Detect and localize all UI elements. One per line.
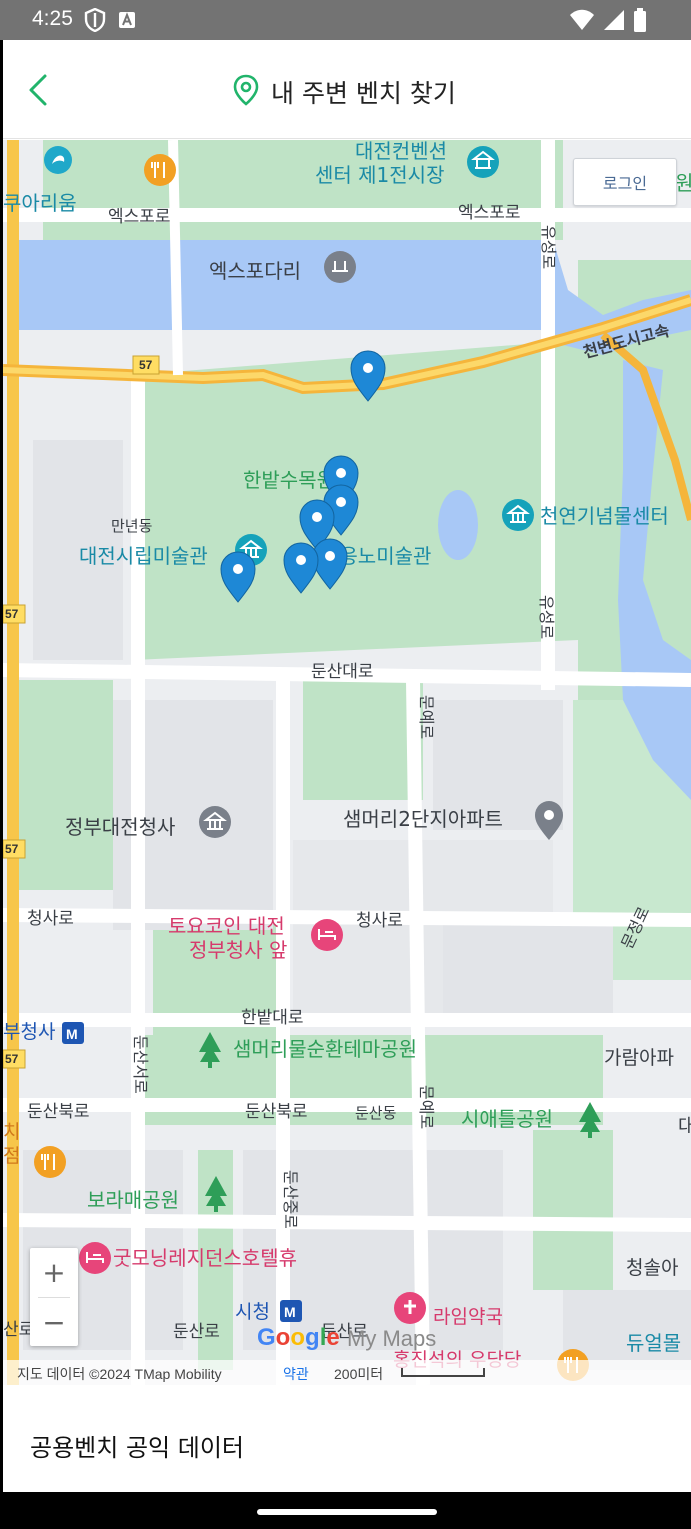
map-label-convention-2: 센터 제1전시장 bbox=[315, 163, 444, 187]
status-bar: 4:25 bbox=[0, 0, 691, 40]
map-label-hanbat-daero: 한밭대로 bbox=[241, 1008, 304, 1028]
subway-poi-icon: M bbox=[280, 1300, 302, 1322]
map-attribution: 지도 데이터 ©2024 TMap Mobility 약관 200미터 bbox=[3, 1360, 691, 1385]
map-label-cheongsol: 청솔아 bbox=[626, 1257, 678, 1279]
login-button[interactable]: 로그인 bbox=[573, 158, 677, 206]
system-nav-bar bbox=[0, 1492, 691, 1529]
museum-poi-icon bbox=[502, 499, 534, 531]
map-label-yuseong-ro: 유성로 bbox=[539, 225, 558, 269]
route-57-shield: 57 bbox=[139, 358, 153, 372]
map-label-siaeteul-park: 시애틀공원 bbox=[461, 1107, 553, 1131]
footer-label: 공용벤치 공익 데이터 bbox=[30, 1434, 244, 1462]
chevron-left-icon bbox=[19, 74, 59, 114]
back-button[interactable] bbox=[19, 70, 59, 110]
status-time: 4:25 bbox=[32, 7, 73, 30]
restaurant-poi-icon bbox=[144, 154, 176, 186]
map-label-cheongsa-ro: 청사로 bbox=[27, 909, 74, 929]
map-label-goodmorning-hotel: 굿모닝레지던스호텔휴 bbox=[113, 1246, 297, 1270]
map-label-toyoko-2: 정부청사 앞 bbox=[189, 938, 287, 962]
map-label-dunsan-buk-ro: 둔산북로 bbox=[245, 1102, 308, 1122]
landmark-poi-icon bbox=[467, 146, 499, 178]
route-57-shield: 57 bbox=[5, 1052, 19, 1066]
map-label-dunsan-ro: 둔산로 bbox=[173, 1322, 220, 1342]
map-label-restaurant-partial-1: 치 bbox=[3, 1121, 20, 1143]
zoom-out-button[interactable]: − bbox=[30, 1298, 78, 1346]
wifi-icon bbox=[569, 9, 595, 35]
map-label-raim-pharmacy: 라임약국 bbox=[433, 1306, 503, 1328]
restaurant-poi-icon bbox=[34, 1146, 66, 1178]
route-57-shield: 57 bbox=[5, 842, 19, 856]
svg-text:M: M bbox=[66, 1026, 78, 1042]
zoom-in-button[interactable]: + bbox=[30, 1248, 78, 1296]
google-logo: Google bbox=[257, 1324, 340, 1351]
location-pin-icon bbox=[231, 74, 261, 110]
home-indicator[interactable] bbox=[257, 1509, 437, 1515]
map-label-government-complex: 정부대전청사 bbox=[65, 815, 175, 839]
map-label-dunsan-seo-ro: 둔산서로 bbox=[131, 1035, 150, 1094]
map-label-hanbat-arboretum: 한밭수목원 bbox=[243, 468, 335, 492]
map-label-dunsan-buk-ro: 둔산북로 bbox=[27, 1102, 90, 1122]
terms-link[interactable]: 약관 bbox=[283, 1364, 309, 1384]
map-label-cheongsa-ro: 청사로 bbox=[356, 911, 403, 931]
dolphin-poi-icon bbox=[44, 146, 72, 174]
map-view[interactable]: 57 57 57 57 M M 대전컨벤션 센터 제1전시장 쿠아리움 엑스포로… bbox=[3, 140, 691, 1385]
map-label-dunsan-daero: 둔산대로 bbox=[311, 662, 374, 682]
map-label-convention-1: 대전컨벤션 bbox=[355, 140, 447, 163]
zoom-control: + − bbox=[30, 1248, 78, 1346]
app-header: 내 주변 벤치 찾기 bbox=[3, 40, 691, 139]
map-canvas[interactable]: 57 57 57 57 M M 대전컨벤션 센터 제1전시장 쿠아리움 엑스포로… bbox=[3, 140, 691, 1385]
map-label-won: 원 bbox=[675, 171, 691, 195]
shield-icon bbox=[84, 7, 106, 36]
map-label-munye-ro: 문예로 bbox=[417, 1085, 436, 1129]
attribution-text: 지도 데이터 ©2024 TMap Mobility bbox=[17, 1366, 222, 1382]
map-label-semmeori-park: 샘머리물순환테마공원 bbox=[233, 1037, 417, 1061]
map-label-dae: 대 bbox=[678, 1115, 691, 1137]
map-label-city-hall: 시청 bbox=[235, 1301, 270, 1323]
header-title-group: 내 주변 벤치 찾기 bbox=[231, 74, 456, 110]
map-label-semmeori-apt: 샘머리2단지아파트 bbox=[343, 807, 503, 831]
route-57-shield: 57 bbox=[5, 607, 19, 621]
map-label-expo-bridge: 엑스포다리 bbox=[209, 259, 301, 283]
map-label-boramae-park: 보라매공원 bbox=[87, 1188, 179, 1212]
signal-icon bbox=[603, 9, 625, 35]
status-left-icons bbox=[84, 7, 136, 36]
map-label-aquarium: 쿠아리움 bbox=[3, 191, 77, 215]
status-right-icons bbox=[569, 8, 647, 36]
map-label-restaurant-partial-2: 점 bbox=[3, 1145, 20, 1167]
app-screen: 내 주변 벤치 찾기 57 57 57 57 M M 대전컨벤션 센터 제1전시… bbox=[3, 40, 691, 1492]
map-label-mannyeon-dong: 만년동 bbox=[111, 517, 153, 535]
scale-bar bbox=[401, 1368, 485, 1377]
map-label-expo-ro: 엑스포로 bbox=[108, 207, 171, 227]
footer-panel: 공용벤치 공익 데이터 bbox=[3, 1385, 691, 1492]
page-title: 내 주변 벤치 찾기 bbox=[271, 79, 456, 108]
battery-icon bbox=[633, 8, 647, 36]
svg-text:M: M bbox=[284, 1304, 296, 1320]
a-icon bbox=[118, 11, 136, 33]
hotel-poi-icon bbox=[311, 919, 343, 951]
map-label-yuseong-ro: 유성로 bbox=[537, 595, 556, 639]
scale-label: 200미터 bbox=[334, 1366, 384, 1382]
government-poi-icon bbox=[199, 806, 231, 838]
map-label-daejeon-art-museum: 대전시립미술관 bbox=[79, 544, 208, 568]
hotel-poi-icon bbox=[79, 1242, 111, 1274]
map-label-garam-apt: 가람아파 bbox=[604, 1047, 674, 1069]
map-label-toyoko-1: 토요코인 대전 bbox=[168, 914, 285, 938]
bridge-poi-icon bbox=[324, 251, 356, 283]
subway-poi-icon: M bbox=[62, 1022, 84, 1044]
pharmacy-poi-icon bbox=[394, 1292, 426, 1324]
map-label-dunsan-jung-ro: 둔산중로 bbox=[281, 1170, 300, 1229]
map-label-dual: 듀얼몰 bbox=[626, 1331, 681, 1355]
mymaps-label: My Maps bbox=[347, 1326, 437, 1351]
map-label-expo-ro: 엑스포로 bbox=[458, 203, 521, 223]
map-label-dunsan-dong: 둔산동 bbox=[355, 1104, 397, 1122]
map-label-natural-history: 천연기념물센터 bbox=[540, 504, 669, 528]
map-label-gov-station: 부청사 bbox=[3, 1021, 55, 1043]
map-label-munye-ro: 문예로 bbox=[417, 695, 436, 739]
